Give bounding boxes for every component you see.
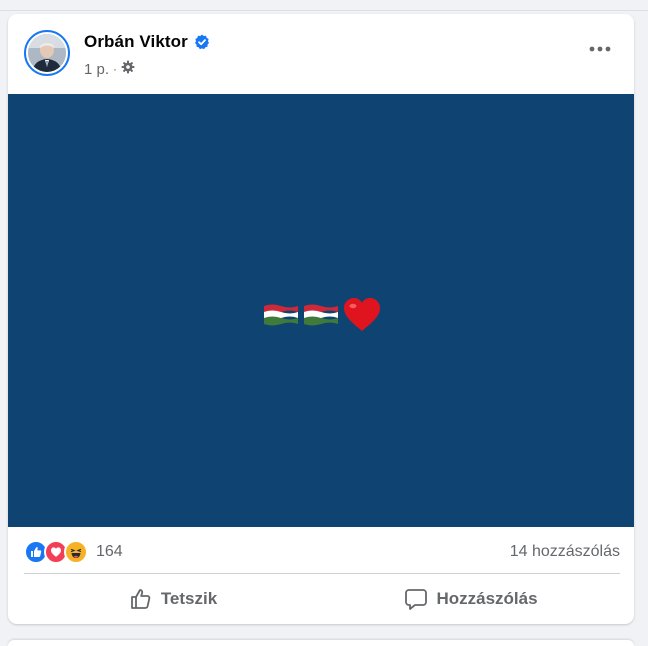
post-image[interactable] — [8, 94, 634, 527]
hungary-flag-emoji — [264, 304, 298, 326]
comment-button[interactable]: Hozzászólás — [322, 581, 620, 617]
author-name[interactable]: Orbán Viktor — [84, 32, 188, 52]
comment-bubble-icon — [405, 589, 428, 610]
post-timestamp[interactable]: 1 p. — [84, 61, 109, 78]
person-silhouette-icon — [28, 34, 66, 72]
post-actions: Tetszik Hozzászólás — [24, 580, 620, 618]
more-options-button[interactable] — [584, 38, 616, 60]
comment-label: Hozzászólás — [436, 589, 538, 608]
comment-count-link[interactable]: 14 hozzászólás — [510, 543, 620, 561]
like-button[interactable]: Tetszik — [24, 581, 322, 617]
red-heart-emoji — [344, 298, 380, 331]
verified-badge-icon — [194, 34, 210, 50]
actions-divider — [24, 573, 620, 574]
reaction-icons — [24, 540, 88, 564]
thumbs-up-icon — [130, 589, 151, 609]
avatar-photo — [28, 34, 66, 72]
emoji-content — [262, 297, 382, 333]
avatar[interactable] — [24, 30, 70, 76]
reaction-count-group[interactable]: 164 — [24, 540, 123, 564]
haha-icon — [64, 540, 88, 564]
author-row: Orbán Viktor — [84, 32, 210, 52]
like-label: Tetszik — [160, 589, 218, 608]
post-card: Orbán Viktor 1 p. · 164 14 hozzászólás T… — [8, 14, 634, 624]
post-meta: 1 p. · — [84, 60, 135, 78]
meta-separator: · — [113, 62, 118, 76]
post-header: Orbán Viktor 1 p. · — [8, 14, 634, 94]
next-post-edge — [8, 640, 634, 646]
gear-icon[interactable] — [121, 60, 135, 78]
reaction-count: 164 — [96, 543, 123, 560]
top-divider — [0, 10, 648, 11]
hungary-flag-emoji — [304, 304, 338, 326]
more-icon — [589, 46, 611, 52]
reactions-summary: 164 14 hozzászólás — [24, 538, 620, 566]
